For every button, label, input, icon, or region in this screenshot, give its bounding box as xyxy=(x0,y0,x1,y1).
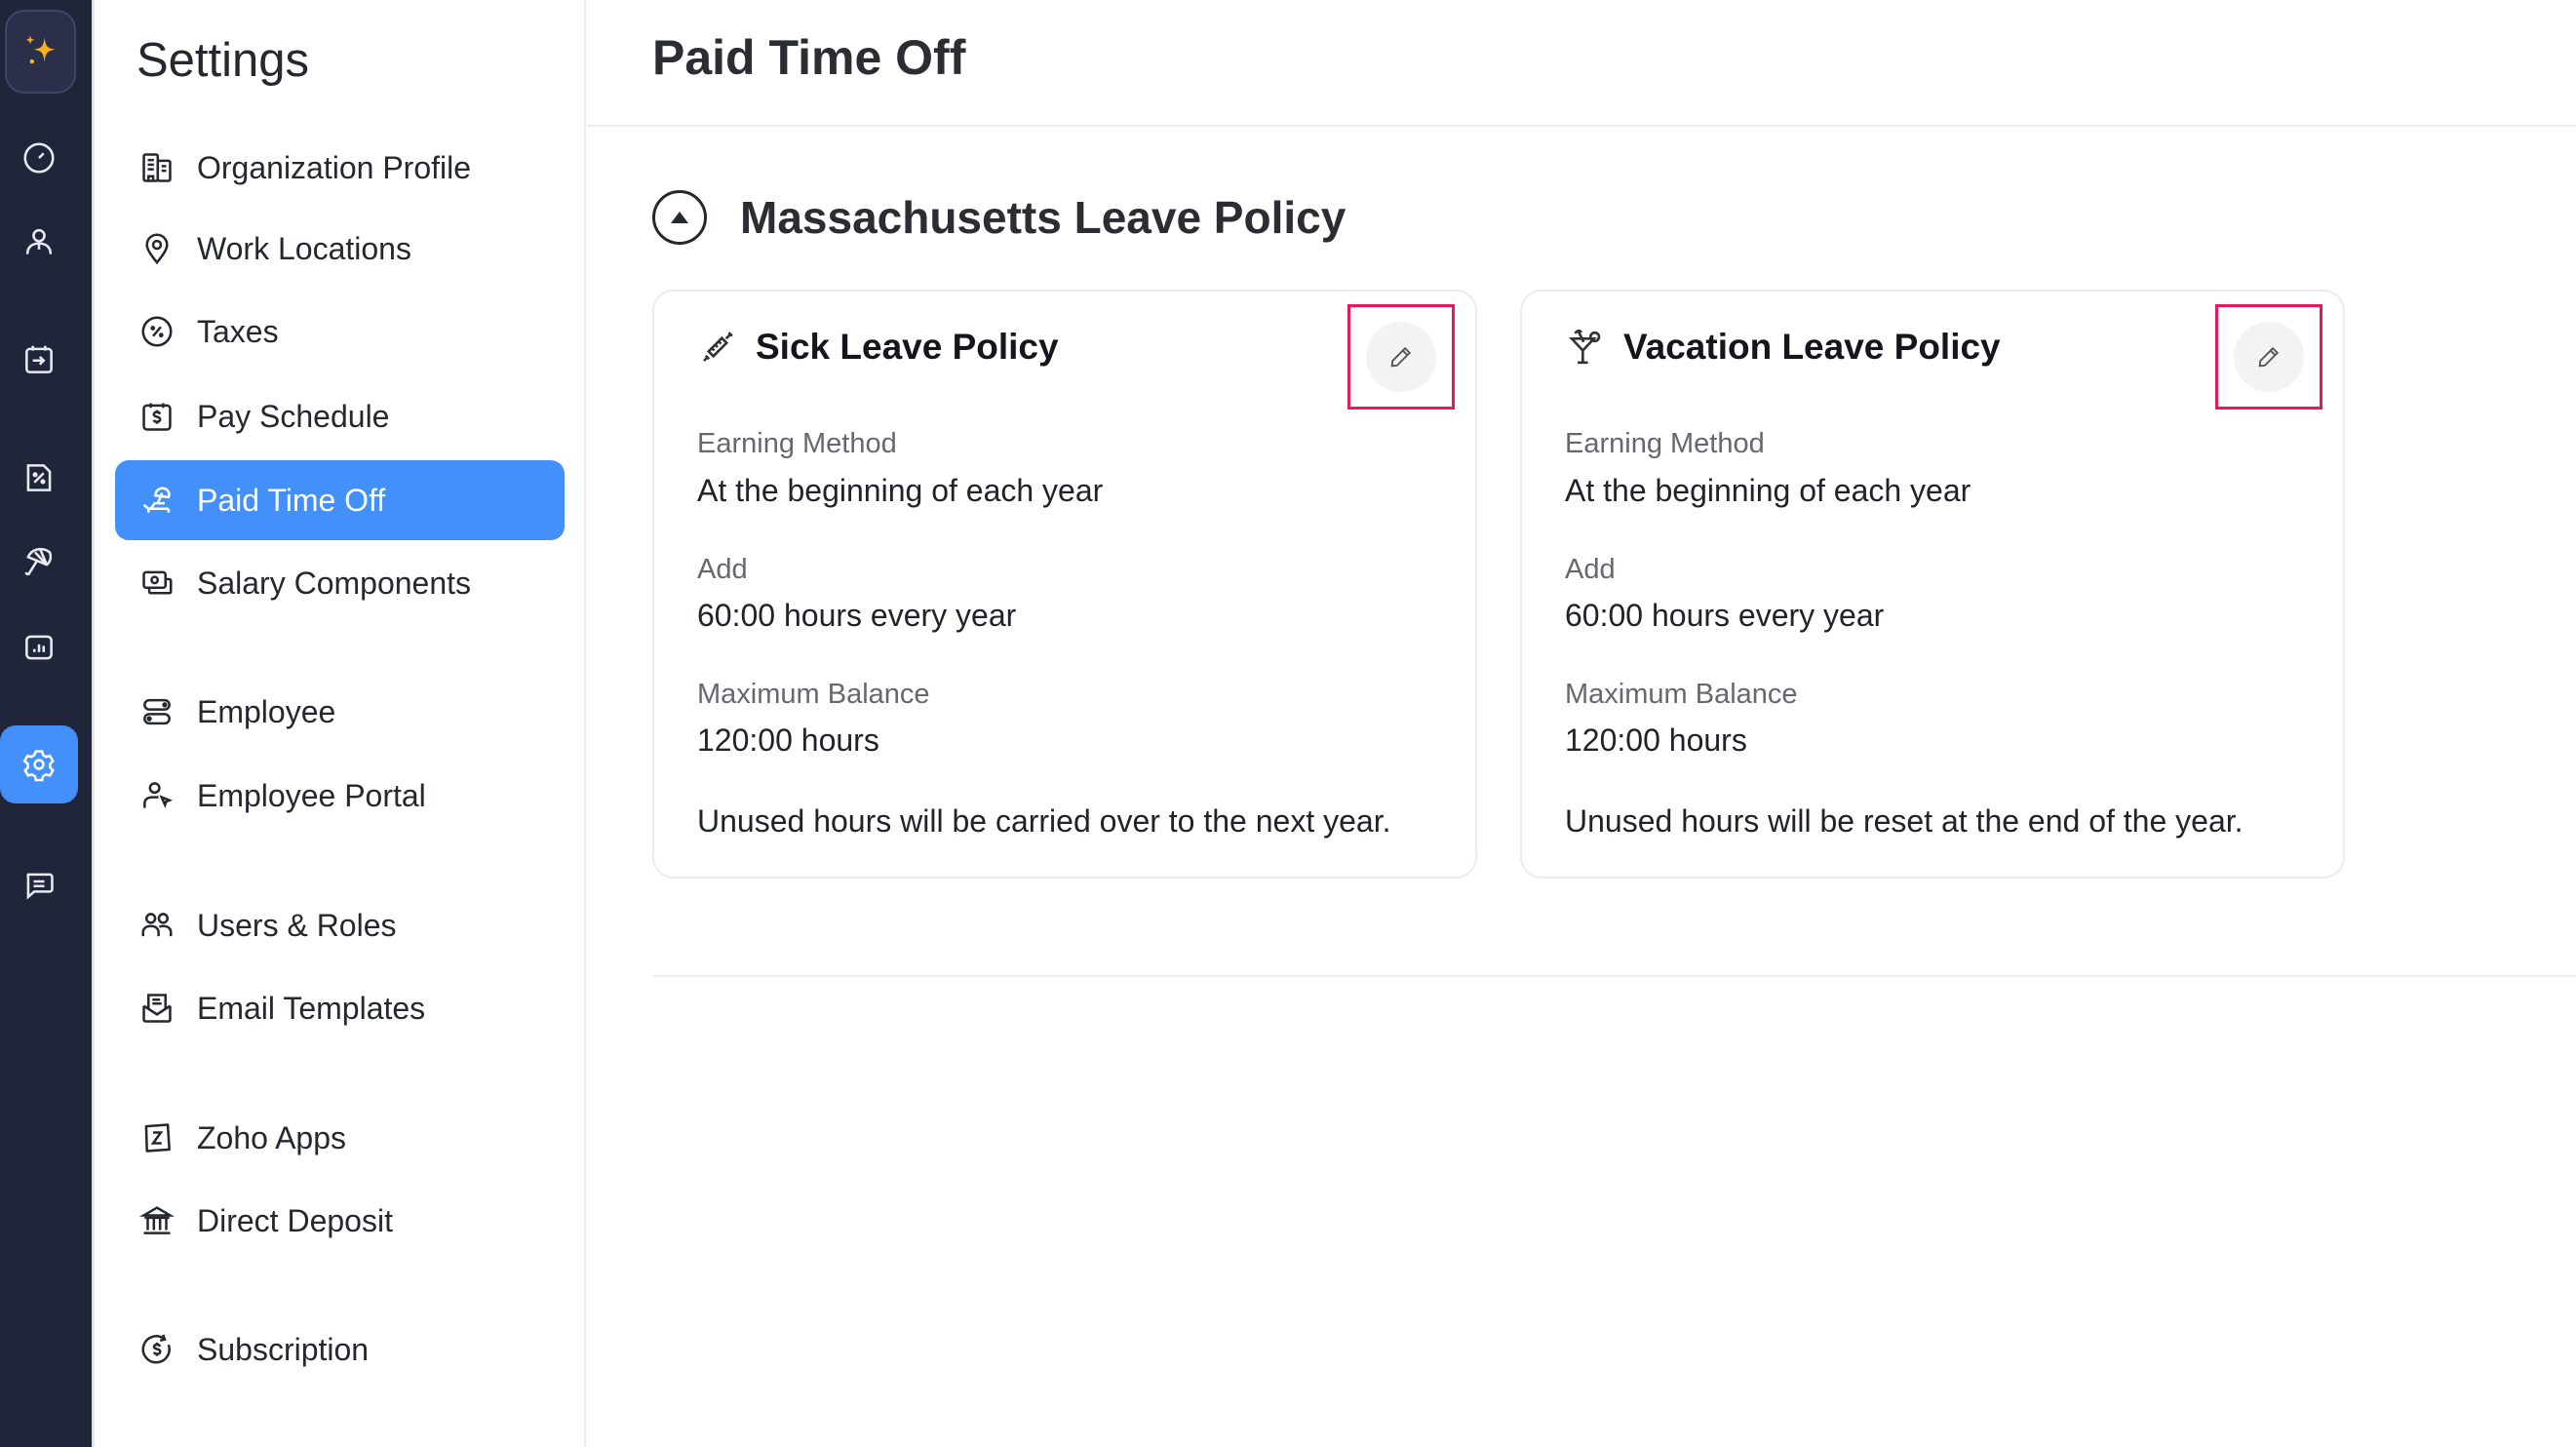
sidebar-item-label: Subscription xyxy=(197,1331,370,1367)
rail-dashboard[interactable] xyxy=(0,119,78,197)
sidebar-item-pay-schedule[interactable]: Pay Schedule xyxy=(115,376,565,456)
sidebar-item-employee-portal[interactable]: Employee Portal xyxy=(115,756,565,836)
sidebar-title: Settings xyxy=(137,34,310,87)
edit-highlight xyxy=(2215,304,2322,410)
section-title: Massachusetts Leave Policy xyxy=(740,192,1347,243)
section-divider xyxy=(652,975,2576,977)
sidebar-item-salary-components[interactable]: Salary Components xyxy=(115,543,565,623)
earning-method-value: At the beginning of each year xyxy=(1565,473,1971,508)
sidebar-item-label: Taxes xyxy=(197,313,279,349)
chat-icon xyxy=(26,873,54,900)
rail-settings[interactable] xyxy=(0,725,78,803)
sidebar-item-label: Work Locations xyxy=(197,230,411,266)
app-rail xyxy=(0,0,92,1447)
sidebar-item-email-templates[interactable]: Email Templates xyxy=(115,968,565,1048)
person-icon xyxy=(25,228,53,254)
settings-sidebar: Settings Organization Profile Work Locat… xyxy=(95,0,586,1447)
rail-pay-runs[interactable] xyxy=(0,321,78,399)
page-header: Paid Time Off xyxy=(587,0,2576,127)
pencil-icon xyxy=(1390,346,1412,368)
bank-icon xyxy=(138,1202,176,1239)
gear-icon xyxy=(22,750,55,782)
card-header: Sick Leave Policy xyxy=(697,327,1059,368)
percent-circle-icon xyxy=(138,313,176,350)
money-icon xyxy=(138,565,176,602)
earning-method-label: Earning Method xyxy=(697,428,897,459)
location-pin-icon xyxy=(138,230,176,267)
sidebar-item-label: Employee xyxy=(197,693,336,729)
sidebar-item-taxes[interactable]: Taxes xyxy=(115,292,565,372)
cocktail-icon xyxy=(1565,327,1606,368)
sparkle-icon xyxy=(25,35,56,64)
policy-card-vacation-leave: Vacation Leave Policy Earning Method At … xyxy=(1520,290,2345,879)
card-title: Vacation Leave Policy xyxy=(1623,327,2001,367)
page-title: Paid Time Off xyxy=(652,30,966,85)
earning-method-label: Earning Method xyxy=(1565,428,1765,459)
card-title: Sick Leave Policy xyxy=(756,327,1059,367)
bar-chart-icon xyxy=(25,635,53,660)
rail-taxes[interactable] xyxy=(0,439,78,517)
sidebar-item-label: Pay Schedule xyxy=(197,398,390,434)
rail-feedback[interactable] xyxy=(0,846,78,924)
sidebar-item-label: Users & Roles xyxy=(197,907,397,943)
dollar-calendar-icon xyxy=(138,398,176,435)
sidebar-item-employee[interactable]: Employee xyxy=(115,672,565,752)
sidebar-item-paid-time-off[interactable]: Paid Time Off xyxy=(115,460,565,540)
max-balance-label: Maximum Balance xyxy=(697,679,930,710)
carryover-note: Unused hours will be carried over to the… xyxy=(697,803,1391,839)
sidebar-item-label: Email Templates xyxy=(197,990,426,1026)
policy-card-sick-leave: Sick Leave Policy Earning Method At the … xyxy=(652,290,1477,879)
sidebar-item-label: Direct Deposit xyxy=(197,1202,393,1238)
sidebar-item-label: Organization Profile xyxy=(197,149,472,185)
rail-reports[interactable] xyxy=(0,608,78,686)
pencil-icon xyxy=(2258,346,2280,368)
sidebar-item-label: Employee Portal xyxy=(197,777,426,813)
sidebar-item-label: Zoho Apps xyxy=(197,1119,346,1155)
policy-section-header: Massachusetts Leave Policy xyxy=(652,190,1346,245)
max-balance-value: 120:00 hours xyxy=(697,723,879,758)
add-label: Add xyxy=(1565,554,1616,585)
sidebar-item-zoho-apps[interactable]: Zoho Apps xyxy=(115,1098,565,1178)
sidebar-item-label: Paid Time Off xyxy=(197,482,386,518)
collapse-up-icon xyxy=(671,212,688,223)
max-balance-value: 120:00 hours xyxy=(1565,723,1747,758)
calendar-arrow-icon xyxy=(25,345,53,373)
main-content: Paid Time Off Massachusetts Leave Policy… xyxy=(587,0,2576,1447)
percent-document-icon xyxy=(26,464,52,491)
building-icon xyxy=(138,149,176,186)
max-balance-label: Maximum Balance xyxy=(1565,679,1798,710)
sidebar-item-users-roles[interactable]: Users & Roles xyxy=(115,885,565,965)
reset-note: Unused hours will be reset at the end of… xyxy=(1565,803,2244,839)
users-icon xyxy=(138,907,176,944)
sidebar-item-label: Salary Components xyxy=(197,565,472,601)
beach-chair-icon xyxy=(138,482,176,519)
syringe-icon xyxy=(697,327,738,368)
collapse-section-button[interactable] xyxy=(652,190,707,245)
edit-policy-button[interactable] xyxy=(1366,322,1436,392)
gauge-icon xyxy=(23,142,55,174)
sidebar-item-subscription[interactable]: Subscription xyxy=(115,1310,565,1389)
earning-method-value: At the beginning of each year xyxy=(697,473,1104,508)
subscription-dollar-icon xyxy=(138,1331,176,1368)
add-value: 60:00 hours every year xyxy=(697,598,1017,633)
add-value: 60:00 hours every year xyxy=(1565,598,1885,633)
add-label: Add xyxy=(697,554,748,585)
sidebar-item-direct-deposit[interactable]: Direct Deposit xyxy=(115,1181,565,1261)
rail-employees[interactable] xyxy=(0,203,78,281)
card-header: Vacation Leave Policy xyxy=(1565,327,2001,368)
zoho-z-icon xyxy=(138,1119,176,1156)
user-pointer-icon xyxy=(138,777,176,814)
edit-policy-button[interactable] xyxy=(2234,322,2304,392)
envelope-icon xyxy=(138,990,176,1027)
umbrella-icon xyxy=(24,547,53,576)
sidebar-item-work-locations[interactable]: Work Locations xyxy=(115,209,565,289)
sidebar-item-organization-profile[interactable]: Organization Profile xyxy=(115,128,565,208)
toggles-icon xyxy=(138,693,176,730)
ai-assistant-button[interactable] xyxy=(5,10,76,94)
rail-benefits[interactable] xyxy=(0,523,78,601)
edit-highlight xyxy=(1347,304,1455,410)
